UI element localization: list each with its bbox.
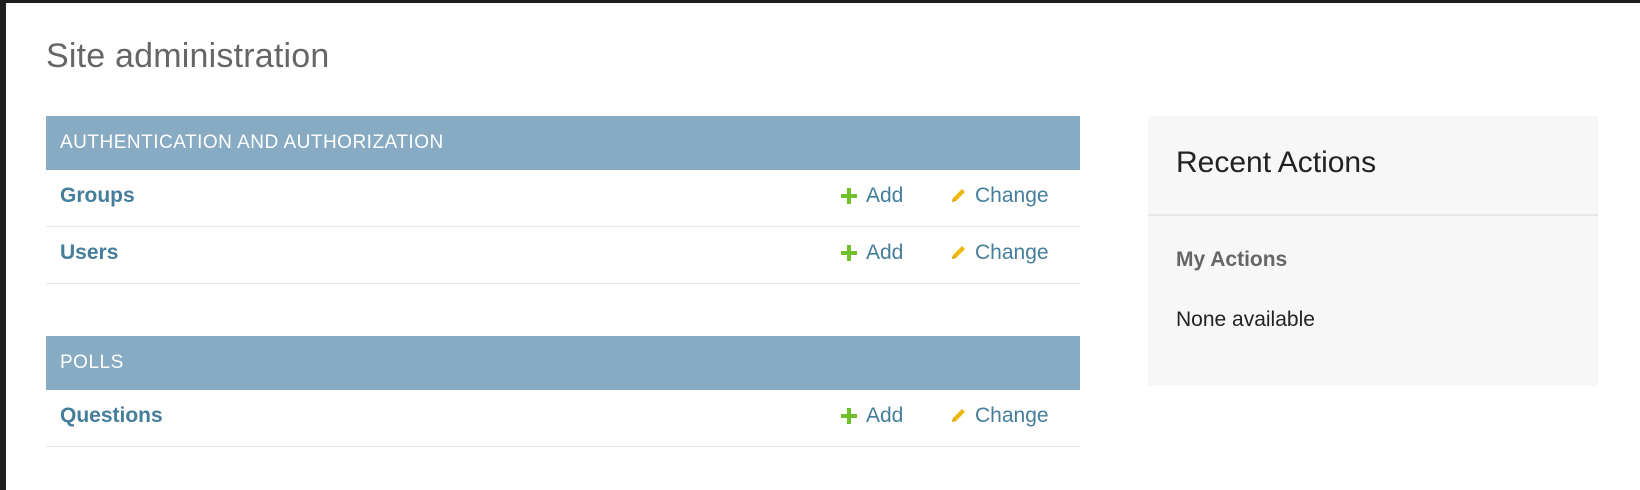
model-link-groups[interactable]: Groups xyxy=(60,184,135,208)
plus-icon xyxy=(840,244,858,262)
model-row-questions: Questions Add Change xyxy=(46,390,1080,447)
divider xyxy=(1148,214,1598,216)
change-questions-link[interactable]: Change xyxy=(948,404,1049,428)
module-header: AUTHENTICATION AND AUTHORIZATION xyxy=(46,116,1080,170)
model-link-questions[interactable]: Questions xyxy=(60,404,163,428)
pencil-icon xyxy=(952,189,965,202)
add-questions-link[interactable]: Add xyxy=(840,404,903,428)
model-row-users: Users Add Change xyxy=(46,227,1080,284)
add-label: Add xyxy=(866,241,904,264)
plus-icon xyxy=(840,407,858,425)
add-label: Add xyxy=(866,184,904,207)
pencil-icon xyxy=(952,246,965,259)
module-header: POLLS xyxy=(46,336,1080,390)
module-caption[interactable]: AUTHENTICATION AND AUTHORIZATION xyxy=(60,132,444,154)
recent-actions-title: Recent Actions xyxy=(1176,146,1377,179)
change-groups-link[interactable]: Change xyxy=(948,184,1049,208)
module-caption[interactable]: POLLS xyxy=(60,352,124,374)
content-area: Site administration AUTHENTICATION AND A… xyxy=(6,3,1640,490)
empty-actions-text: None available xyxy=(1176,308,1315,331)
my-actions-heading: My Actions xyxy=(1176,248,1288,271)
model-link-users[interactable]: Users xyxy=(60,241,118,265)
change-label: Change xyxy=(975,184,1049,207)
model-row-groups: Groups Add Change xyxy=(46,170,1080,227)
add-users-link[interactable]: Add xyxy=(840,241,903,265)
module-polls: POLLS Questions Add Change xyxy=(46,336,1080,447)
recent-actions-panel: Recent Actions My Actions None available xyxy=(1148,116,1598,386)
plus-icon xyxy=(840,187,858,205)
page-title: Site administration xyxy=(46,37,330,75)
pencil-icon xyxy=(952,409,965,422)
module-authentication-and-authorization: AUTHENTICATION AND AUTHORIZATION Groups … xyxy=(46,116,1080,284)
change-label: Change xyxy=(975,241,1049,264)
change-users-link[interactable]: Change xyxy=(948,241,1049,265)
add-groups-link[interactable]: Add xyxy=(840,184,903,208)
change-label: Change xyxy=(975,404,1049,427)
add-label: Add xyxy=(866,404,904,427)
